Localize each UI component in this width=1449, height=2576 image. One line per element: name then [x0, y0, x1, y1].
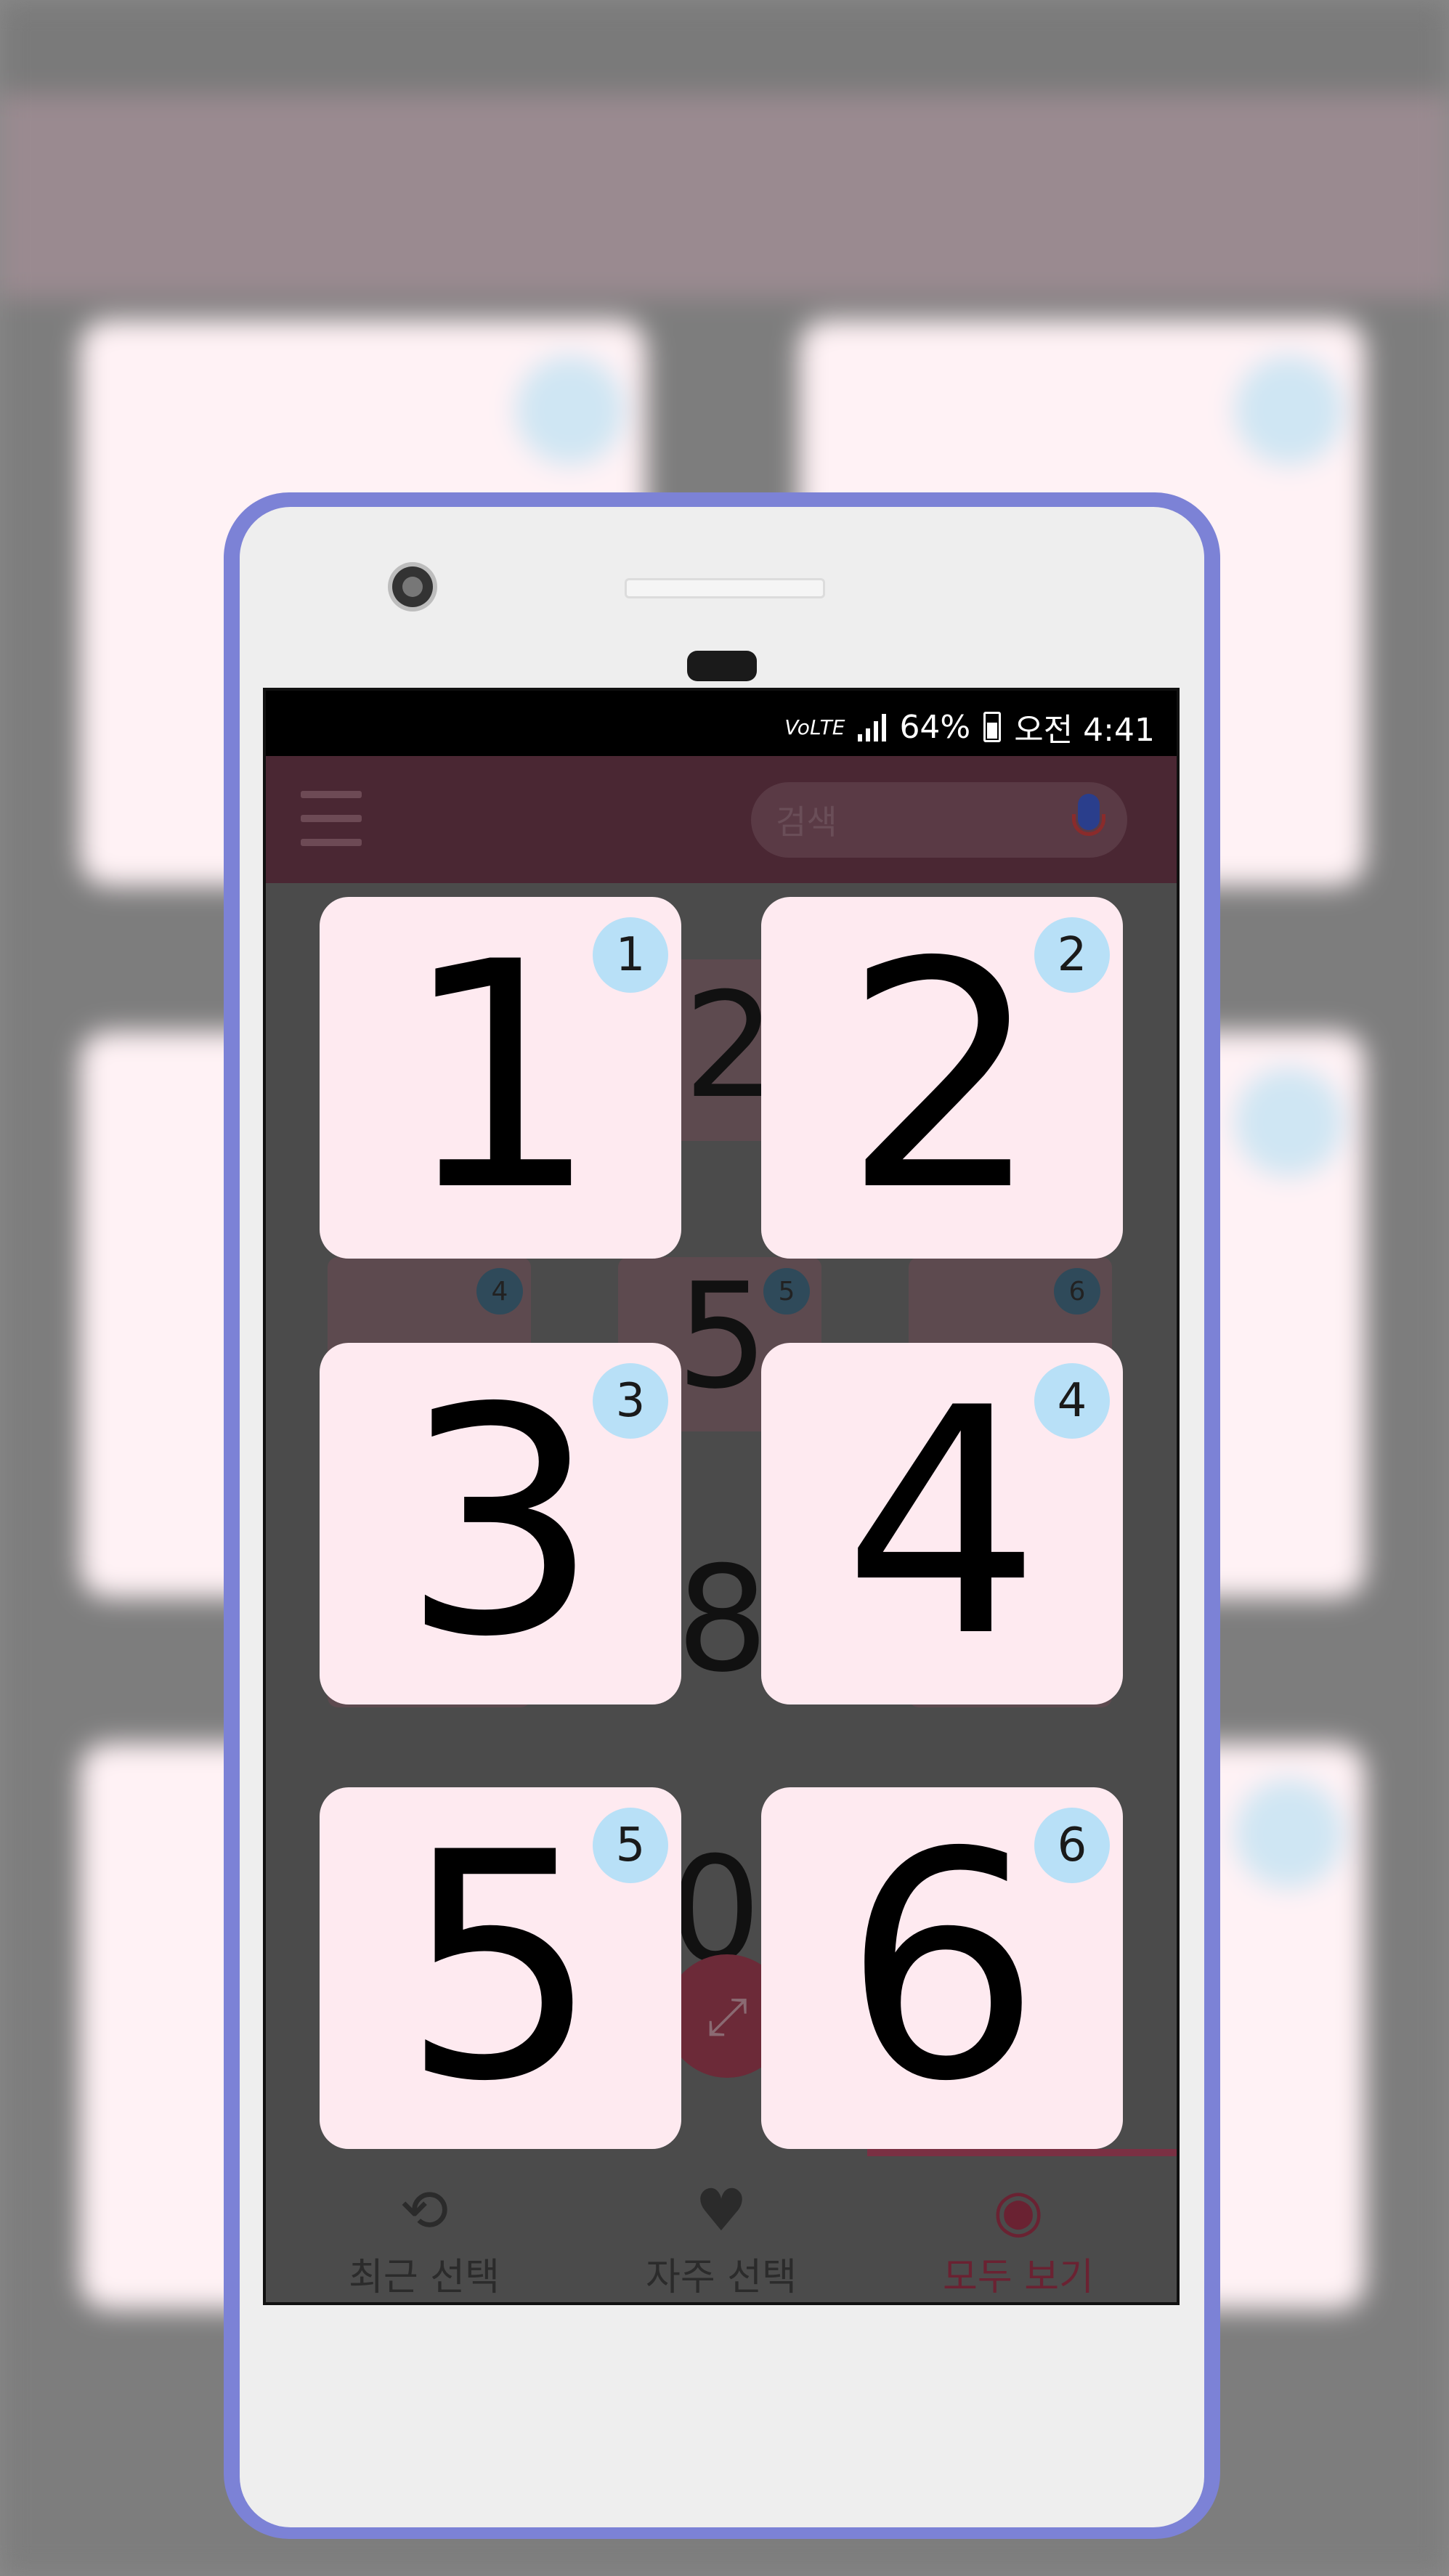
background-badge: 4 [476, 1268, 523, 1315]
location-pin-icon: ◉ [993, 2177, 1044, 2244]
card-badge: 3 [593, 1363, 668, 1439]
clock: 오전 4:41 [1014, 712, 1155, 749]
phone-screen: VoLTE 64% 오전 4:41 검색 2 4 5 5 6 8 0 ⤢ 1 1… [263, 688, 1180, 2305]
status-bar: VoLTE 64% 오전 4:41 [266, 691, 1177, 756]
hamburger-menu-icon[interactable] [301, 791, 362, 846]
card-badge: 4 [1034, 1363, 1110, 1439]
battery-icon [983, 712, 1002, 742]
card-badge: 2 [1034, 917, 1110, 993]
tab-recent-label: 최근 선택 [349, 2256, 500, 2299]
tab-frequent-label: 자주 선택 [646, 2256, 797, 2299]
volte-indicator: VoLTE [784, 715, 845, 739]
card-badge: 1 [593, 917, 668, 993]
number-card-3[interactable]: 3 3 [320, 1343, 681, 1705]
fullscreen-icon: ⤢ [706, 1986, 748, 2047]
app-bar: 검색 [266, 756, 1177, 883]
active-tab-indicator [867, 2149, 1177, 2156]
search-input[interactable]: 검색 [751, 782, 1127, 858]
number-card-4[interactable]: 4 4 [761, 1343, 1123, 1705]
tab-frequent[interactable]: ♥ 자주 선택 [576, 2178, 866, 2301]
front-camera [392, 566, 433, 607]
proximity-sensor [687, 651, 757, 681]
card-badge: 5 [593, 1808, 668, 1883]
number-card-5[interactable]: 5 5 [320, 1787, 681, 2149]
earpiece-speaker [625, 578, 825, 598]
tab-view-all-label: 모두 보기 [943, 2256, 1094, 2299]
history-icon: ⟲ [399, 2177, 449, 2244]
background-number: 5 [676, 1252, 769, 1421]
background-badge: 5 [763, 1268, 810, 1315]
number-card-2[interactable]: 2 2 [761, 897, 1123, 1259]
card-badge: 6 [1034, 1808, 1110, 1883]
search-placeholder: 검색 [776, 803, 837, 842]
number-card-6[interactable]: 6 6 [761, 1787, 1123, 2149]
heart-icon: ♥ [695, 2177, 747, 2244]
microphone-icon[interactable] [1072, 794, 1105, 846]
background-badge: 6 [1054, 1268, 1100, 1315]
signal-icon [858, 712, 887, 741]
tab-recent[interactable]: ⟲ 최근 선택 [279, 2178, 569, 2301]
number-card-1[interactable]: 1 1 [320, 897, 681, 1259]
battery-percent: 64% [899, 708, 971, 746]
background-number: 8 [676, 1535, 769, 1705]
tab-view-all[interactable]: ◉ 모두 보기 [873, 2178, 1164, 2301]
